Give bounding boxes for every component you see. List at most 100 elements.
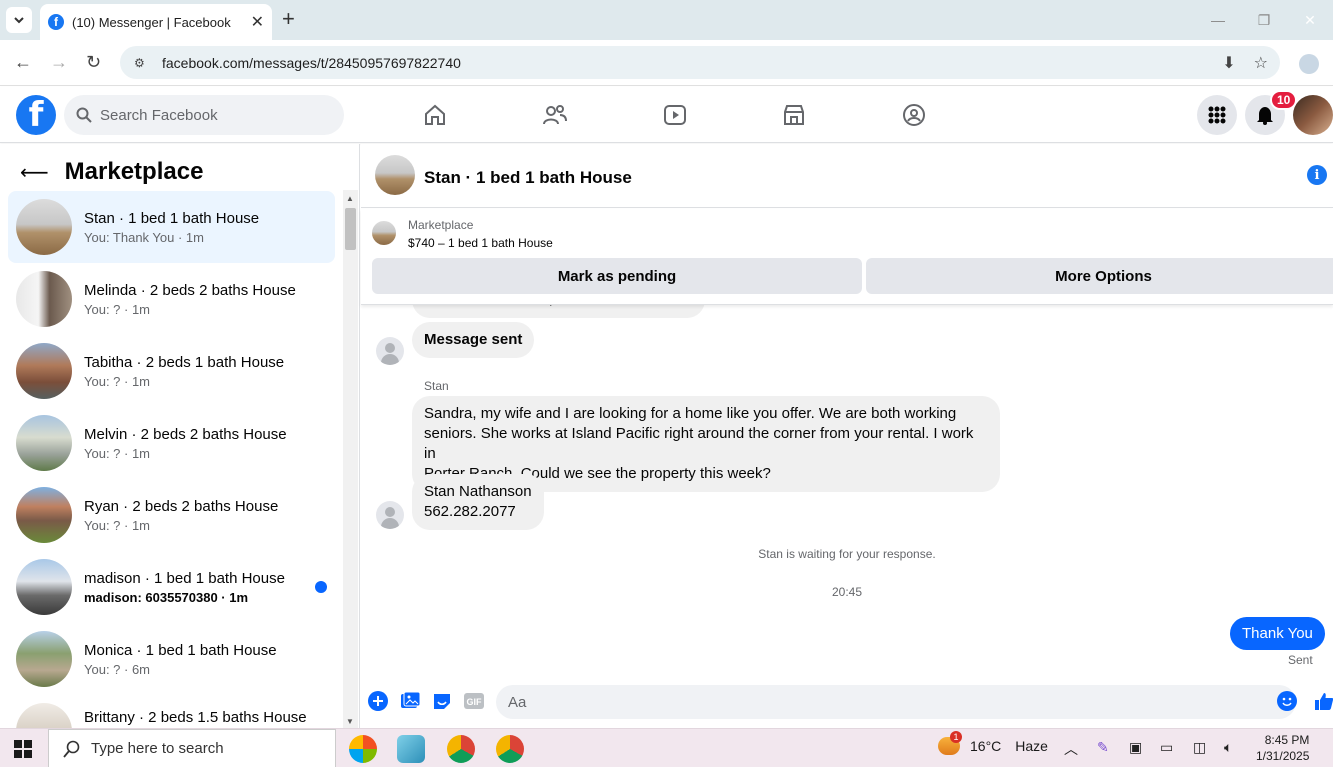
- windows-start-icon[interactable]: [14, 740, 32, 758]
- file-explorer-app-icon[interactable]: [397, 735, 425, 763]
- taskbar-search-placeholder: Type here to search: [91, 740, 224, 757]
- listing-thumbnail: [16, 343, 72, 399]
- conversation-item[interactable]: Tabitha · 2 beds 1 bath House You: ? · 1m: [8, 335, 335, 407]
- facebook-search-input[interactable]: Search Facebook: [64, 95, 344, 135]
- photo-icon[interactable]: [399, 690, 421, 712]
- contact-name: Stan Nathanson: [424, 483, 532, 500]
- menu-grid-icon[interactable]: [1197, 95, 1237, 135]
- conversation-item[interactable]: Monica · 1 bed 1 bath House You: ? · 6m: [8, 623, 335, 695]
- chat-listing-thumbnail[interactable]: [375, 155, 415, 195]
- page-title: Marketplace: [64, 158, 204, 185]
- svg-text:GIF: GIF: [467, 697, 483, 707]
- conversation-name: Melinda · 2 beds 2 baths House: [84, 281, 296, 299]
- network-icon[interactable]: ◫: [1193, 739, 1206, 756]
- weather-haze-icon: 1: [938, 731, 962, 755]
- groups-icon[interactable]: [898, 99, 930, 131]
- weather-widget[interactable]: 1 16°C Haze: [938, 731, 1048, 755]
- mark-as-pending-button[interactable]: Mark as pending: [372, 258, 862, 294]
- conversation-item[interactable]: Ryan · 2 beds 2 baths House You: ? · 1m: [8, 479, 335, 551]
- scroll-up-icon[interactable]: ▲: [346, 194, 354, 203]
- browser-tab[interactable]: f (10) Messenger | Facebook ✕: [40, 4, 272, 40]
- tab-search-button[interactable]: [6, 7, 32, 33]
- marketplace-icon[interactable]: [778, 99, 810, 131]
- sticker-icon[interactable]: [431, 690, 453, 712]
- conversation-preview: madison: 6035570380 · 1m: [84, 589, 249, 605]
- search-placeholder: Search Facebook: [100, 106, 218, 124]
- weather-temperature: 16°C: [970, 738, 1002, 754]
- conversation-preview: You: ? · 1m: [84, 517, 151, 533]
- weather-alert-badge: 1: [950, 731, 962, 743]
- info-icon[interactable]: i: [1307, 165, 1327, 185]
- conversation-item[interactable]: Stan · 1 bed 1 bath House You: Thank You …: [8, 191, 335, 263]
- account-avatar[interactable]: [1293, 95, 1333, 135]
- listing-thumbnail: [16, 559, 72, 615]
- search-icon: [76, 107, 92, 123]
- forward-icon[interactable]: →: [50, 52, 68, 73]
- home-icon[interactable]: [419, 99, 451, 131]
- close-window-icon[interactable]: ✕: [1287, 12, 1333, 29]
- message-bubble[interactable]: Stan Nathanson 562.282.2077: [412, 474, 544, 530]
- conversation-item[interactable]: madison · 1 bed 1 bath House madison: 603…: [8, 551, 335, 623]
- meet-now-icon[interactable]: ▣: [1129, 739, 1142, 756]
- listing-price-title[interactable]: $740 – 1 bed 1 bath House: [408, 236, 553, 250]
- listing-thumbnail: [16, 631, 72, 687]
- conversation-name: Melvin · 2 beds 2 baths House: [84, 425, 287, 443]
- minimize-icon[interactable]: —: [1195, 12, 1241, 28]
- chat-title[interactable]: Stan · 1 bed 1 bath House: [424, 168, 632, 188]
- emoji-icon[interactable]: [1276, 690, 1298, 712]
- clock-date: 1/31/2025: [1256, 749, 1310, 763]
- restore-icon[interactable]: ❐: [1241, 12, 1287, 29]
- new-tab-button[interactable]: +: [282, 8, 295, 30]
- facebook-logo-icon[interactable]: f: [16, 95, 56, 135]
- search-icon: [63, 740, 80, 758]
- message-input-placeholder: Aa: [508, 693, 527, 711]
- sender-avatar[interactable]: [376, 337, 404, 365]
- conversation-item[interactable]: Brittany · 2 beds 1.5 baths House: [8, 695, 335, 728]
- gif-icon[interactable]: GIF: [463, 690, 485, 712]
- site-info-icon[interactable]: ⚙: [134, 56, 150, 70]
- add-plus-icon[interactable]: [367, 690, 389, 712]
- chevron-down-icon: [14, 17, 24, 24]
- message-line: seniors. She works at Island Pacific rig…: [424, 425, 974, 462]
- more-options-button[interactable]: More Options: [866, 258, 1333, 294]
- back-arrow-icon[interactable]: ⟵: [20, 160, 49, 185]
- message-input[interactable]: Aa: [496, 685, 1296, 719]
- taskbar-search-input[interactable]: Type here to search: [48, 729, 336, 767]
- chrome-profile-app-icon[interactable]: [496, 735, 524, 763]
- conversation-item[interactable]: Melinda · 2 beds 2 baths House You: ? · 1…: [8, 263, 335, 335]
- back-icon[interactable]: ←: [14, 52, 32, 73]
- conversation-item[interactable]: Melvin · 2 beds 2 baths House You: ? · 1m: [8, 407, 335, 479]
- bookmark-star-icon[interactable]: ☆: [1254, 53, 1268, 73]
- my-message-bubble[interactable]: Thank You: [1230, 617, 1325, 650]
- listing-mini-thumbnail[interactable]: [372, 221, 396, 245]
- video-icon[interactable]: [659, 99, 691, 131]
- copilot-app-icon[interactable]: [349, 735, 377, 763]
- browser-profile-icon[interactable]: [1299, 54, 1319, 74]
- url-text: facebook.com/messages/t/2845095769782274…: [162, 54, 461, 71]
- message-line: Sandra, my wife and I are looking for a …: [424, 405, 957, 422]
- battery-icon[interactable]: ▭: [1160, 739, 1173, 756]
- show-hidden-icons-chevron-icon[interactable]: ︿: [1064, 739, 1078, 759]
- browser-toolbar: ← → ↻ ⚙ facebook.com/messages/t/28450957…: [0, 40, 1333, 86]
- like-thumbs-up-icon[interactable]: [1313, 690, 1333, 712]
- conversation-preview: You: ? · 1m: [84, 445, 151, 461]
- pen-icon[interactable]: ✎: [1097, 739, 1109, 756]
- taskbar-clock[interactable]: 8:45 PM 1/31/2025: [1256, 732, 1309, 764]
- clock-time: 8:45 PM: [1264, 733, 1310, 747]
- chrome-app-icon[interactable]: [447, 735, 475, 763]
- scroll-down-icon[interactable]: ▼: [346, 717, 354, 726]
- windows-taskbar: Type here to search 1 16°C Haze ︿ ✎ ▣ ▭ …: [0, 728, 1333, 767]
- volume-icon[interactable]: 🔈︎: [1224, 739, 1232, 756]
- marketplace-label: Marketplace: [408, 218, 474, 232]
- friends-icon[interactable]: [539, 99, 571, 131]
- address-bar[interactable]: ⚙ facebook.com/messages/t/28450957697822…: [120, 46, 1280, 79]
- conversation-list-scrollbar[interactable]: ▲ ▼: [343, 190, 358, 728]
- sender-avatar[interactable]: [376, 501, 404, 529]
- facebook-favicon-icon: f: [48, 14, 64, 30]
- close-tab-icon[interactable]: ✕: [251, 12, 264, 32]
- reload-icon[interactable]: ↻: [86, 52, 101, 73]
- weather-description: Haze: [1015, 738, 1048, 754]
- scrollbar-thumb[interactable]: [345, 208, 356, 250]
- install-app-icon[interactable]: ⬇: [1222, 53, 1235, 73]
- message-bubble[interactable]: Message sent: [412, 322, 535, 358]
